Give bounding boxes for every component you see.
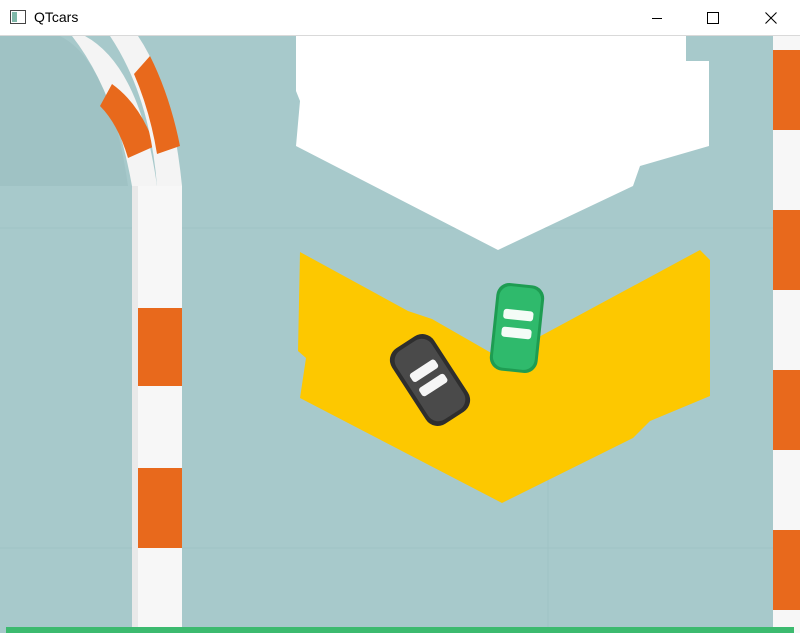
window-title: QTcars <box>34 9 79 25</box>
bottom-bar <box>6 627 794 633</box>
green-car[interactable] <box>489 282 546 375</box>
left-curb <box>132 186 182 633</box>
app-window-icon <box>10 10 26 24</box>
minimize-button[interactable] <box>634 0 680 35</box>
game-canvas[interactable] <box>0 36 800 633</box>
maximize-button[interactable] <box>690 0 736 35</box>
close-button[interactable] <box>748 0 794 35</box>
maximize-icon <box>707 11 719 24</box>
close-icon <box>765 11 777 24</box>
right-curb <box>773 36 800 633</box>
minimize-icon <box>651 12 663 24</box>
window-titlebar: QTcars <box>0 0 800 36</box>
